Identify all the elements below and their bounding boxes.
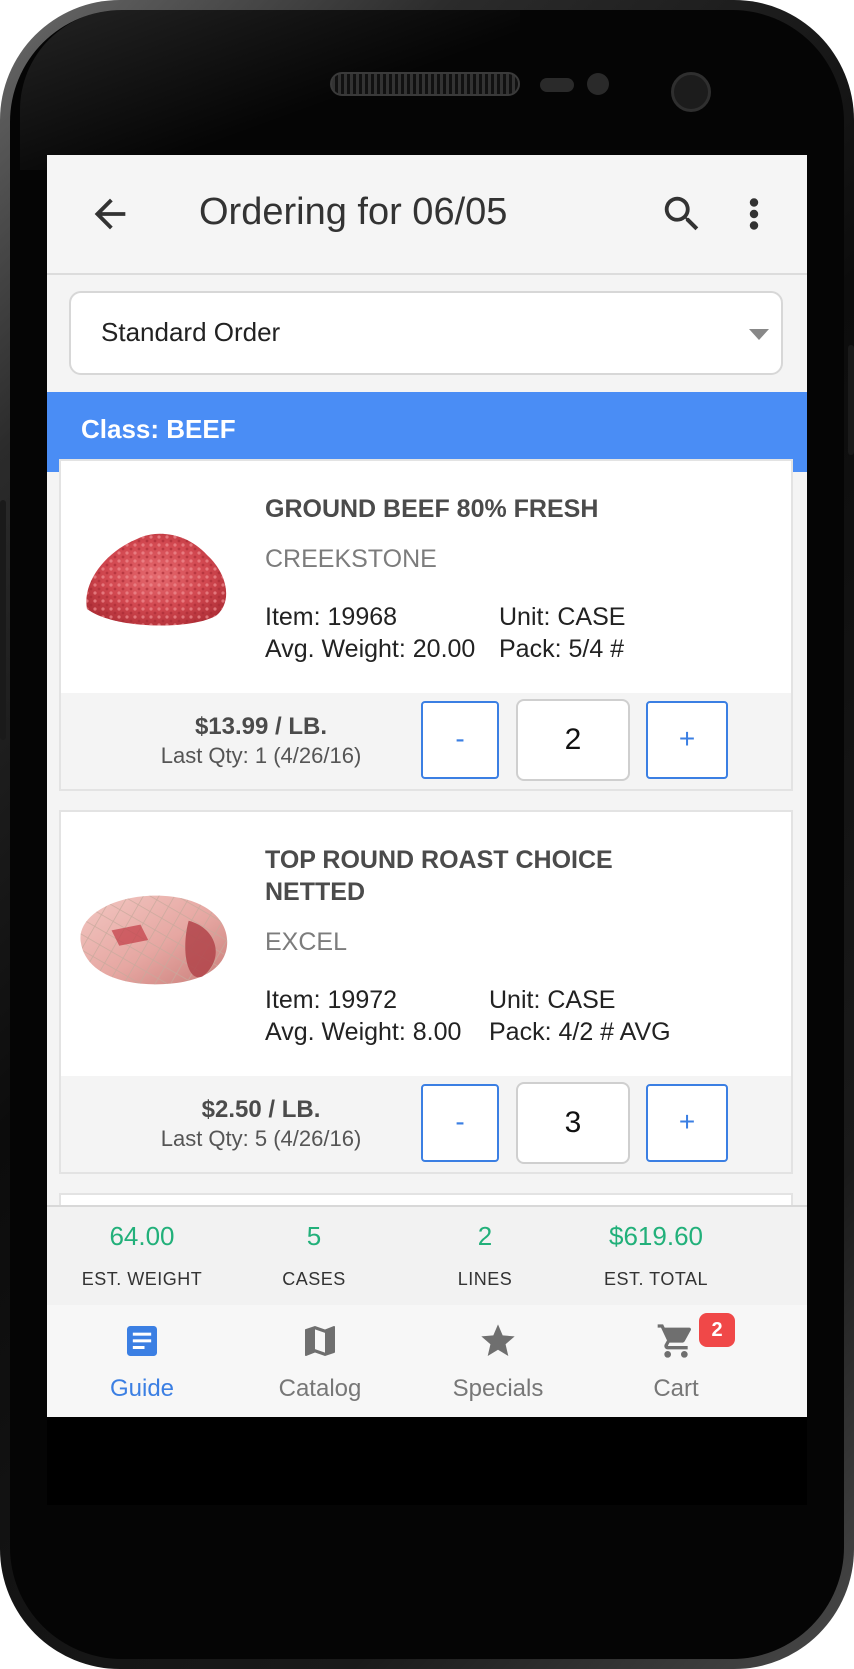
product-name: GROUND BEEF 80% FRESH: [265, 495, 599, 523]
search-button[interactable]: [659, 191, 705, 237]
star-icon: [481, 1324, 515, 1356]
decrement-button[interactable]: -: [421, 1084, 499, 1162]
pack-size: Pack: 4/2 # AVG: [489, 1018, 671, 1046]
order-type-select[interactable]: Standard Order: [69, 291, 783, 375]
last-qty: Last Qty: 5 (4/26/16): [160, 1126, 362, 1151]
summary-value: $619.60: [609, 1221, 703, 1251]
nav-label: Catalog: [278, 1375, 362, 1402]
unit-type: Unit: CASE: [499, 603, 626, 631]
summary-label: LINES: [457, 1269, 513, 1289]
product-card: TOP ROUND ROAST CHOICE NETTED EXCEL Item…: [59, 810, 793, 1174]
proximity-sensor: [540, 78, 574, 92]
summary-value: 64.00: [109, 1221, 175, 1251]
nav-specials[interactable]: Specials: [403, 1305, 593, 1417]
summary-label: EST. WEIGHT: [81, 1269, 203, 1289]
increment-button[interactable]: +: [646, 1084, 728, 1162]
cart-icon: [657, 1324, 692, 1358]
avg-weight: Avg. Weight: 20.00: [265, 635, 476, 663]
product-brand: EXCEL: [265, 928, 347, 956]
screen-bottom-bezel: [47, 1417, 807, 1505]
product-card: GROUND BEEF 80% FRESH CREEKSTONE Item: 1…: [59, 459, 793, 791]
order-summary: 64.00 EST. WEIGHT 5 CASES 2 LINES $619.6…: [47, 1205, 807, 1307]
nav-cart[interactable]: 2 Cart: [581, 1305, 771, 1417]
page-title: Ordering for 06/05: [199, 191, 508, 233]
cart-badge: 2: [699, 1313, 735, 1347]
summary-value: 5: [306, 1221, 322, 1251]
back-button[interactable]: [87, 191, 133, 237]
price-unit: / LB.: [275, 713, 328, 740]
summary-value: 2: [477, 1221, 493, 1251]
class-label: Class: BEEF: [81, 414, 236, 444]
list-doc-icon: [127, 1326, 157, 1356]
overflow-menu-button[interactable]: [739, 191, 769, 237]
chevron-down-icon: [749, 329, 769, 340]
app-screen: Ordering for 06/05 Standard Order Class:: [47, 155, 807, 1505]
arrow-left-icon: [94, 198, 126, 230]
order-row: $2.50 / LB. Last Qty: 5 (4/26/16) - 3 +: [61, 1076, 791, 1172]
increment-button[interactable]: +: [646, 701, 728, 779]
avg-weight: Avg. Weight: 8.00: [265, 1018, 462, 1046]
light-sensor: [587, 73, 609, 95]
earpiece-speaker: [330, 72, 520, 96]
more-vert-icon: [749, 198, 759, 230]
unit-type: Unit: CASE: [489, 986, 616, 1014]
app-bar: Ordering for 06/05: [47, 155, 807, 275]
price-value: $2.50: [201, 1096, 262, 1123]
nav-label: Specials: [452, 1375, 544, 1402]
price: $13.99 / LB.: [61, 713, 461, 741]
summary-label: EST. TOTAL: [603, 1269, 709, 1289]
price: $2.50 / LB.: [61, 1096, 461, 1124]
front-camera: [671, 72, 711, 112]
order-type-value: Standard Order: [101, 317, 281, 347]
ground-beef-image: [86, 533, 227, 626]
price-value: $13.99: [194, 713, 269, 740]
map-icon: [305, 1326, 335, 1356]
bottom-navigation: Guide Catalog Specials 2 Cart: [47, 1305, 807, 1417]
pack-size: Pack: 5/4 #: [499, 635, 625, 663]
product-name-line-1: TOP ROUND ROAST CHOICE: [265, 846, 613, 874]
order-row: $13.99 / LB. Last Qty: 1 (4/26/16) - 2 +: [61, 693, 791, 789]
quantity-input[interactable]: 3: [516, 1082, 630, 1164]
item-number: Item: 19968: [265, 603, 398, 631]
nav-guide[interactable]: Guide: [47, 1305, 237, 1417]
search-icon: [664, 196, 699, 231]
nav-label: Guide: [109, 1375, 175, 1402]
summary-label: CASES: [282, 1269, 346, 1289]
volume-button: [0, 500, 6, 740]
product-brand: CREEKSTONE: [265, 545, 437, 573]
phone-frame: Ordering for 06/05 Standard Order Class:: [0, 0, 854, 1669]
top-round-roast-image: [80, 895, 228, 985]
nav-catalog[interactable]: Catalog: [225, 1305, 415, 1417]
item-number: Item: 19972: [265, 986, 398, 1014]
product-name-line-2: NETTED: [265, 878, 365, 906]
quantity-input[interactable]: 2: [516, 699, 630, 781]
decrement-button[interactable]: -: [421, 701, 499, 779]
price-unit: / LB.: [268, 1096, 321, 1123]
last-qty: Last Qty: 1 (4/26/16): [160, 743, 362, 768]
power-button: [848, 345, 854, 455]
nav-label: Cart: [653, 1375, 699, 1402]
